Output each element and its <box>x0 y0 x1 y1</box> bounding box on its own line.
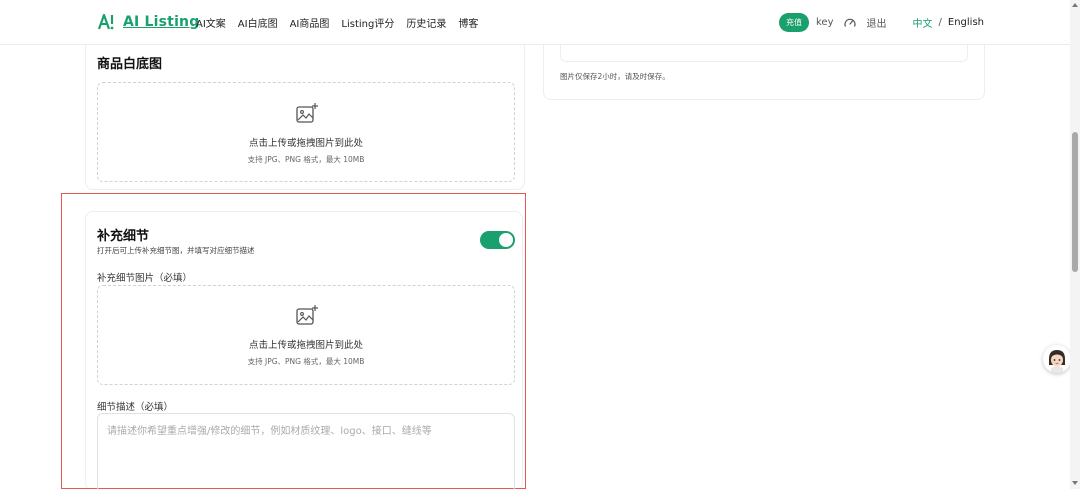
gauge-icon[interactable] <box>843 16 857 30</box>
lang-english[interactable]: English <box>948 17 984 28</box>
save-note: 图片仅保存2小时，请及时保存。 <box>560 72 670 81</box>
assistant-avatar[interactable] <box>1043 345 1071 373</box>
details-desc-textarea[interactable]: 请描述你希望重点增强/修改的细节，例如材质纹理、logo、接口、缝线等 <box>97 413 515 489</box>
nav-history[interactable]: 历史记录 <box>406 15 446 30</box>
logo-icon <box>97 13 114 30</box>
logout-button[interactable]: 退出 <box>867 15 887 30</box>
details-desc-label: 细节描述（必填） <box>97 402 174 413</box>
details-toggle[interactable] <box>480 231 515 249</box>
white-bg-title: 商品白底图 <box>97 57 163 72</box>
upload-text: 点击上传或拖拽图片到此处 <box>248 340 363 351</box>
recharge-button[interactable]: 充值 <box>779 13 809 32</box>
top-header: AI Listing AI文案 AI白底图 AI商品图 Listing评分 历史… <box>0 0 1070 45</box>
avatar-icon <box>1043 345 1071 373</box>
nav-ai-white-bg[interactable]: AI白底图 <box>238 15 278 30</box>
details-dropzone[interactable]: 点击上传或拖拽图片到此处 支持 JPG、PNG 格式，最大 10MB <box>97 285 515 385</box>
upload-hint: 支持 JPG、PNG 格式，最大 10MB <box>247 357 365 366</box>
image-upload-icon <box>296 103 318 123</box>
toggle-knob <box>499 233 513 247</box>
logo[interactable]: AI Listing <box>97 12 199 32</box>
page: AI Listing AI文案 AI白底图 AI商品图 Listing评分 历史… <box>0 0 1080 489</box>
scroll-thumb[interactable] <box>1072 132 1078 272</box>
nav-listing-score[interactable]: Listing评分 <box>341 15 394 30</box>
scroll-down-arrow-icon[interactable] <box>1072 481 1078 485</box>
upload-text: 点击上传或拖拽图片到此处 <box>248 138 363 149</box>
logo-text: AI Listing <box>123 14 200 30</box>
main-nav: AI文案 AI白底图 AI商品图 Listing评分 历史记录 博客 <box>196 15 478 30</box>
lang-chinese[interactable]: 中文 <box>913 15 933 30</box>
key-link[interactable]: key <box>816 17 834 28</box>
page-scrollbar[interactable] <box>1070 0 1080 489</box>
details-title: 补充细节 <box>97 229 150 244</box>
details-image-label: 补充细节图片（必填） <box>97 273 193 284</box>
header-actions: 充值 key 退出 中文 / English <box>779 13 984 32</box>
white-bg-dropzone[interactable]: 点击上传或拖拽图片到此处 支持 JPG、PNG 格式，最大 10MB <box>97 82 515 182</box>
scroll-up-arrow-icon[interactable] <box>1072 3 1078 7</box>
image-upload-icon <box>296 305 318 325</box>
nav-ai-product-image[interactable]: AI商品图 <box>290 15 330 30</box>
nav-ai-copy[interactable]: AI文案 <box>196 15 226 30</box>
upload-hint: 支持 JPG、PNG 格式，最大 10MB <box>247 155 365 164</box>
nav-blog[interactable]: 博客 <box>458 15 478 30</box>
lang-separator: / <box>938 17 942 28</box>
details-description: 打开后可上传补充细节图，并填写对应细节描述 <box>97 246 255 255</box>
